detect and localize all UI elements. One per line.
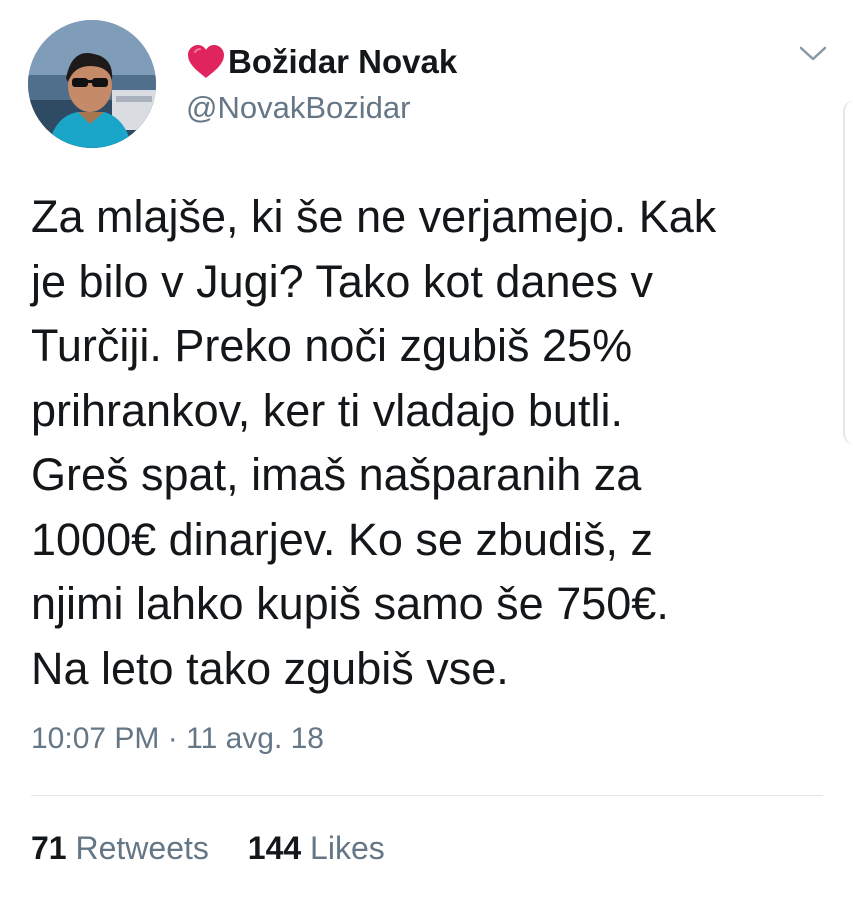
divider <box>31 795 823 796</box>
retweets-stat[interactable]: 71 Retweets <box>31 830 209 867</box>
timestamp-separator: · <box>167 722 178 755</box>
heart-icon <box>188 45 224 78</box>
tweet-text-line: njimi lahko kupiš samo še 750€. <box>31 578 669 629</box>
tweet-date: 11 avg. 18 <box>186 722 324 755</box>
author-handle[interactable]: @NovakBozidar <box>186 90 410 126</box>
tweet-text: Za mlajše, ki še ne verjamejo. Kak je bi… <box>31 185 831 701</box>
tweet-text-line: 1000€ dinarjev. Ko se zbudiš, z <box>31 513 654 565</box>
tweet-text-line: Greš spat, imaš našparanih za <box>31 449 642 500</box>
tweet-text-line: Za mlajše, ki še ne verjamejo. Kak <box>31 191 717 242</box>
retweets-count: 71 <box>31 830 67 866</box>
likes-stat[interactable]: 144 Likes <box>248 830 385 867</box>
avatar-photo <box>28 20 156 148</box>
tweet-detail: Božidar Novak @NovakBozidar Za mlajše, k… <box>0 0 853 900</box>
tweet-text-line: Na leto tako zgubiš vse. <box>31 642 509 694</box>
scroll-edge <box>843 100 853 445</box>
chevron-down-icon[interactable] <box>798 44 828 64</box>
retweets-label: Retweets <box>75 830 209 866</box>
avatar[interactable] <box>28 20 156 148</box>
author-display-name: Božidar Novak <box>228 43 458 80</box>
likes-label: Likes <box>310 830 385 866</box>
tweet-text-line: Turčiji. Preko noči zgubiš 25% <box>31 320 633 371</box>
author-name-row[interactable]: Božidar Novak <box>186 40 457 84</box>
tweet-timestamp[interactable]: 10:07 PM · 11 avg. 18 <box>31 722 324 756</box>
tweet-time: 10:07 PM <box>31 722 160 755</box>
tweet-text-line: je bilo v Jugi? Tako kot danes v <box>31 255 654 307</box>
tweet-stats: 71 Retweets 144 Likes <box>31 830 385 867</box>
likes-count: 144 <box>247 830 302 866</box>
tweet-text-line: prihrankov, ker ti vladajo butli. <box>31 384 623 436</box>
